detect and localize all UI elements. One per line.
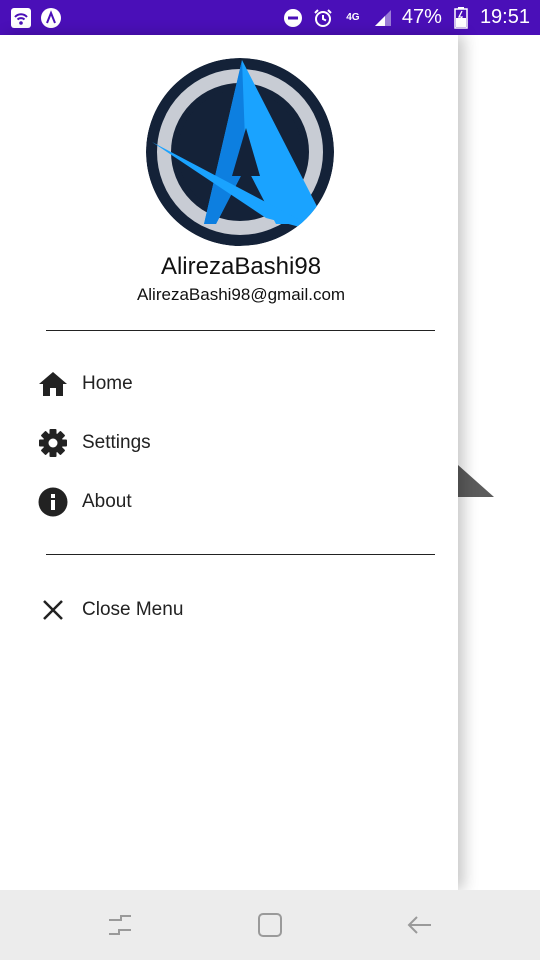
menu-item-home-label: Home: [82, 373, 133, 394]
status-bar: 4G 47% 19:51: [0, 0, 540, 35]
background-triangle: [458, 465, 494, 497]
network-type: 4G: [346, 11, 360, 23]
home-button-icon[interactable]: [250, 910, 290, 940]
app-notification-icon: [40, 7, 62, 29]
back-icon[interactable]: [400, 910, 440, 940]
profile-email: AlirezaBashi98@gmail.com: [136, 285, 346, 304]
system-nav-bar: [0, 890, 540, 960]
wifi-hotspot-icon: [10, 7, 32, 29]
battery-percent: 47%: [401, 6, 442, 28]
menu-item-about-label: About: [82, 491, 132, 512]
navigation-drawer: AlirezaBashi98 AlirezaBashi98@gmail.com …: [0, 35, 458, 890]
do-not-disturb-icon: [282, 7, 304, 29]
home-icon: [37, 368, 69, 400]
info-icon: [37, 486, 69, 518]
status-bar-left: [10, 7, 62, 29]
menu-item-close[interactable]: Close Menu: [0, 584, 458, 636]
menu-item-about[interactable]: About: [0, 476, 458, 528]
divider-top: [46, 330, 435, 331]
screen: 4G 47% 19:51 AlirezaBashi98 AlirezaBashi…: [0, 0, 540, 960]
menu-item-settings[interactable]: Settings: [0, 417, 458, 469]
menu-item-home[interactable]: Home: [0, 358, 458, 410]
clock: 19:51: [479, 6, 530, 28]
avatar-logo-icon: [146, 58, 334, 246]
status-bar-right: 4G 47% 19:51: [282, 6, 530, 29]
recent-apps-icon[interactable]: [100, 910, 140, 940]
divider-bottom: [46, 554, 435, 555]
menu-item-close-label: Close Menu: [82, 599, 184, 620]
alarm-icon: [312, 7, 334, 29]
menu-item-settings-label: Settings: [82, 432, 151, 453]
close-icon: [37, 594, 69, 626]
profile-name: AlirezaBashi98: [160, 253, 322, 280]
avatar[interactable]: [146, 58, 334, 246]
battery-icon: [450, 6, 472, 29]
signal-icon: [372, 7, 394, 29]
gear-icon: [37, 427, 69, 459]
